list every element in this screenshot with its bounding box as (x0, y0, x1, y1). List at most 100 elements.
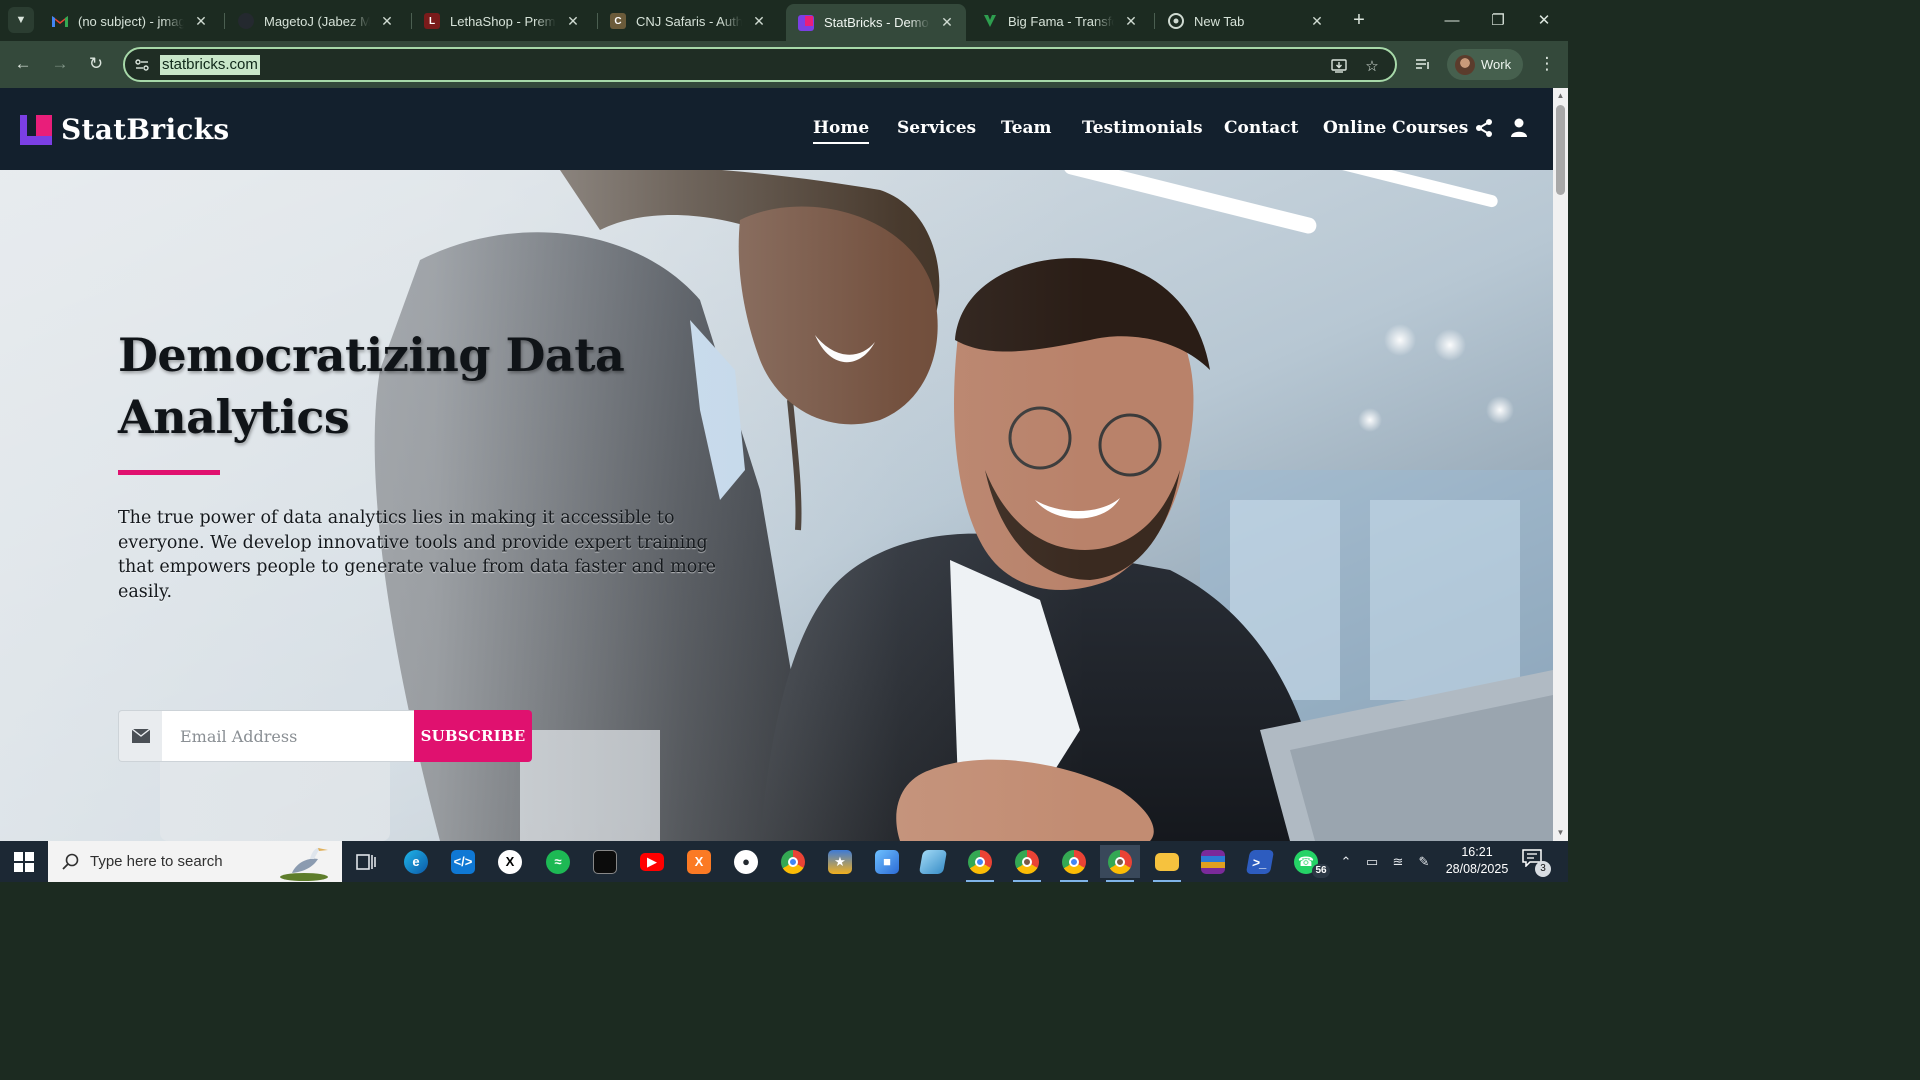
bird-widget-icon (280, 847, 328, 881)
close-icon[interactable]: ✕ (1122, 12, 1140, 30)
browser-tab[interactable]: Big Fama - Transform ✕ (970, 6, 1150, 36)
winrar-app[interactable] (1193, 845, 1233, 878)
page-scrollbar[interactable]: ▲ ▼ (1553, 88, 1568, 841)
reload-button[interactable]: ↻ (81, 49, 111, 79)
nav-testimonials[interactable]: Testimonials (1082, 118, 1203, 138)
profile-button[interactable]: Work (1447, 49, 1523, 80)
nav-home[interactable]: Home (813, 118, 870, 144)
browser-tab-active[interactable]: StatBricks - Democra ✕ (786, 4, 966, 41)
site-logo[interactable]: StatBricks (20, 113, 230, 146)
clock-time: 16:21 (1461, 845, 1493, 859)
nav-contact[interactable]: Contact (1224, 118, 1298, 138)
windows-start-button[interactable] (0, 841, 48, 882)
close-icon[interactable]: ✕ (750, 12, 768, 30)
youtube-app[interactable]: ▶ (632, 845, 672, 878)
new-tab-button[interactable]: + (1348, 9, 1370, 31)
scroll-up-icon[interactable]: ▲ (1556, 91, 1565, 100)
chrome-active-app[interactable] (1100, 845, 1140, 882)
browser-tab[interactable]: New Tab ✕ (1156, 6, 1336, 36)
github-desktop-app[interactable]: ● (726, 845, 766, 878)
chrome-profile-app[interactable] (1007, 845, 1047, 882)
powershell-icon: >_ (1245, 849, 1275, 874)
powershell-app[interactable]: >_ (1240, 845, 1280, 878)
task-view-button[interactable] (346, 845, 386, 878)
nav-team[interactable]: Team (1001, 118, 1052, 138)
x-app[interactable]: X (490, 845, 530, 878)
chrome-profile-app[interactable] (1054, 845, 1094, 882)
nav-online-courses[interactable]: Online Courses (1323, 118, 1468, 138)
window-close-button[interactable]: ✕ (1521, 0, 1567, 40)
hero-title: Democratizing Data Analytics (118, 328, 625, 444)
chrome-icon (1168, 13, 1184, 29)
statbricks-icon (798, 14, 814, 31)
vscode-app[interactable]: </> (443, 845, 483, 878)
chevron-down-icon: ▼ (15, 14, 27, 26)
address-bar[interactable]: statbricks.com ☆ (123, 47, 1397, 82)
subscribe-form: SUBSCRIBE (118, 710, 532, 762)
restore-button[interactable]: ❐ (1475, 0, 1521, 40)
close-icon[interactable]: ✕ (938, 14, 956, 32)
search-icon (62, 853, 79, 870)
terminal-icon (593, 849, 617, 874)
browser-tab[interactable]: MagetoJ (Jabez Mag ✕ (226, 6, 406, 36)
lethashop-icon: L (424, 13, 440, 29)
xampp-app[interactable]: X (679, 845, 719, 878)
chrome-profile-app[interactable] (960, 845, 1000, 882)
install-app-icon[interactable] (1328, 55, 1350, 77)
close-icon[interactable]: ✕ (564, 12, 582, 30)
notepad-app[interactable] (913, 845, 953, 878)
wifi-icon[interactable]: ≊ (1387, 851, 1409, 873)
back-button[interactable]: ← (8, 49, 38, 79)
notification-center-button[interactable]: 3 (1522, 849, 1552, 877)
edge-icon: e (404, 849, 428, 874)
terminal-app[interactable] (585, 845, 625, 878)
whatsapp-app[interactable]: ☎ 56 (1286, 845, 1330, 878)
github-icon (238, 13, 254, 29)
xampp-icon: X (687, 849, 711, 874)
avatar (1455, 54, 1475, 75)
tab-search-button[interactable]: ▼ (8, 7, 34, 33)
notepad-icon (918, 849, 948, 874)
browser-tab[interactable]: L LethaShop - Premium ✕ (412, 6, 592, 36)
more-menu-icon[interactable]: ⋮ (1532, 49, 1562, 79)
page-viewport: StatBricks Home Services Team Testimonia… (0, 88, 1553, 841)
share-icon[interactable] (1474, 118, 1496, 140)
medal-app[interactable]: ★ (820, 845, 860, 878)
taskbar-search-box[interactable]: Type here to search (48, 841, 342, 882)
scrollbar-thumb[interactable] (1556, 105, 1565, 195)
minimize-button[interactable]: — (1429, 0, 1475, 40)
battery-icon[interactable]: ▭ (1361, 851, 1383, 873)
file-explorer-app[interactable] (1147, 845, 1187, 882)
close-icon[interactable]: ✕ (192, 12, 210, 30)
email-input[interactable] (162, 710, 414, 762)
envelope-icon (118, 710, 162, 762)
user-icon[interactable] (1510, 118, 1532, 140)
whatsapp-badge: 56 (1312, 864, 1330, 878)
tab-title: MagetoJ (Jabez Mag (264, 13, 370, 29)
pen-icon[interactable]: ✎ (1413, 851, 1435, 873)
url-text[interactable]: statbricks.com (160, 55, 260, 75)
hero-description: The true power of data analytics lies in… (118, 508, 716, 602)
scroll-down-icon[interactable]: ▼ (1556, 828, 1565, 837)
gmail-icon (52, 13, 68, 29)
notification-count: 3 (1535, 861, 1551, 877)
spotify-app[interactable]: ≈ (538, 845, 578, 878)
forward-button[interactable]: → (45, 49, 75, 79)
cube-app[interactable]: ■ (867, 845, 907, 878)
file-explorer-icon (1155, 852, 1179, 871)
close-icon[interactable]: ✕ (378, 12, 396, 30)
close-icon[interactable]: ✕ (1308, 12, 1326, 30)
chrome-app[interactable] (773, 845, 813, 878)
edge-app[interactable]: e (396, 845, 436, 878)
nav-services[interactable]: Services (897, 118, 976, 138)
browser-tab[interactable]: (no subject) - jmaget ✕ (40, 6, 220, 36)
site-info-icon[interactable] (133, 56, 151, 74)
browser-tab[interactable]: C CNJ Safaris - Authent ✕ (598, 6, 778, 36)
browser-toolbar: ← → ↻ statbricks.com ☆ Work ⋮ (0, 41, 1568, 88)
tab-title: LethaShop - Premium (450, 13, 556, 29)
reading-list-icon[interactable] (1408, 49, 1438, 79)
taskbar-clock[interactable]: 16:21 28/08/2025 (1440, 844, 1514, 878)
chevron-up-icon[interactable]: ⌃ (1335, 851, 1357, 873)
bookmark-star-icon[interactable]: ☆ (1361, 55, 1383, 77)
subscribe-button[interactable]: SUBSCRIBE (414, 710, 532, 762)
